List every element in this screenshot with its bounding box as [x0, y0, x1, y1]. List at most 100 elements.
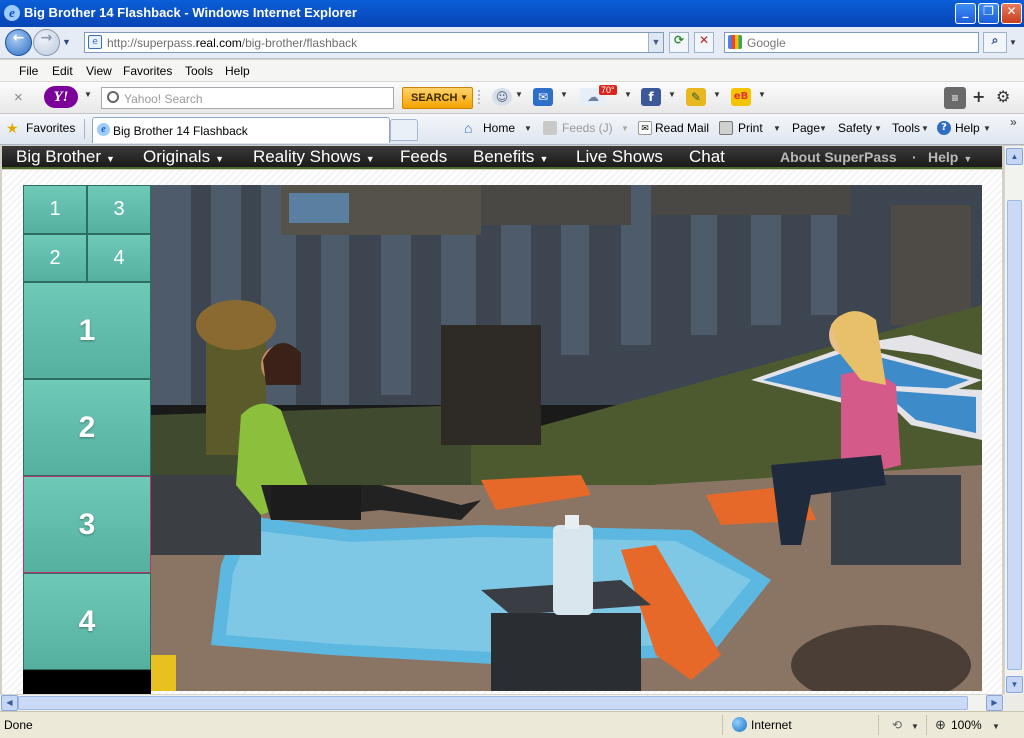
tools-menu[interactable]: Tools: [892, 121, 920, 135]
cam-3-button[interactable]: 3: [23, 476, 151, 573]
notepad-icon[interactable]: ✎: [686, 88, 706, 106]
mail-icon[interactable]: ✉: [533, 88, 553, 106]
mail-dropdown-icon[interactable]: ▼: [560, 90, 568, 99]
url-dropdown-icon[interactable]: ▼: [648, 33, 663, 52]
yahoo-logo[interactable]: Y!: [44, 86, 78, 108]
tab-big-brother-flashback[interactable]: e Big Brother 14 Flashback: [92, 117, 390, 143]
print-dropdown-icon[interactable]: ▼: [773, 124, 781, 133]
zoom-dropdown-icon[interactable]: ▼: [992, 722, 1000, 731]
toolbar-separator: [478, 90, 488, 104]
site-nav: Big Brother ▼ Originals ▼ Reality Shows ▼ F…: [2, 146, 1002, 169]
search-icon[interactable]: ⌕: [983, 32, 1007, 53]
nav-help[interactable]: Help ▼: [928, 149, 972, 165]
feeds-dropdown-icon[interactable]: ▼: [621, 124, 629, 133]
menu-tools[interactable]: Tools: [185, 64, 213, 78]
home-icon[interactable]: ⌂: [464, 121, 478, 135]
nav-reality-shows[interactable]: Reality Shows ▼: [253, 147, 375, 167]
menu-favorites[interactable]: Favorites: [123, 64, 172, 78]
quad-cam-4-button[interactable]: 4: [87, 234, 151, 282]
vertical-scrollbar[interactable]: ▲ ▼: [1004, 146, 1024, 694]
horizontal-scrollbar[interactable]: ◀ ▶: [0, 694, 1004, 711]
yahoo-menu-dropdown-icon[interactable]: ▼: [84, 90, 92, 99]
menu-help[interactable]: Help: [225, 64, 250, 78]
read-mail-button[interactable]: Read Mail: [655, 121, 709, 135]
new-tab-button[interactable]: [390, 119, 418, 141]
horizontal-scroll-thumb[interactable]: [18, 696, 968, 710]
scroll-right-arrow-icon[interactable]: ▶: [986, 695, 1003, 711]
tools-dropdown-icon[interactable]: ▼: [921, 124, 929, 133]
notepad-dropdown-icon[interactable]: ▼: [713, 90, 721, 99]
help-menu[interactable]: Help: [955, 121, 980, 135]
zoom-icon[interactable]: ⊕: [935, 717, 946, 733]
nav-originals[interactable]: Originals ▼: [143, 147, 224, 167]
safety-menu[interactable]: Safety: [838, 121, 872, 135]
messenger-icon[interactable]: ☺: [492, 88, 512, 106]
menu-view[interactable]: View: [86, 64, 112, 78]
search-placeholder: Google: [747, 36, 786, 50]
home-dropdown-icon[interactable]: ▼: [524, 124, 532, 133]
print-button[interactable]: Print: [738, 121, 763, 135]
nav-about-superpass[interactable]: About SuperPass: [780, 149, 897, 165]
vertical-scroll-thumb[interactable]: [1007, 200, 1022, 670]
recent-pages-dropdown-icon[interactable]: ▼: [62, 37, 71, 47]
quad-cam-1-button[interactable]: 1: [23, 185, 87, 234]
cam-4-button[interactable]: 4: [23, 573, 151, 670]
toolbar-close-icon[interactable]: ×: [14, 89, 23, 106]
more-chevron-icon[interactable]: »: [1010, 115, 1017, 129]
cam-2-button[interactable]: 2: [23, 379, 151, 476]
favorites-star-icon[interactable]: ★: [6, 120, 19, 137]
quad-cam-2-button[interactable]: 2: [23, 234, 87, 282]
yahoo-search-input[interactable]: Yahoo! Search: [101, 87, 394, 109]
refresh-button[interactable]: ⟳: [669, 32, 689, 53]
yahoo-search-button[interactable]: SEARCH ▼: [402, 87, 473, 109]
minimize-button[interactable]: _: [955, 3, 976, 24]
add-icon[interactable]: +: [972, 87, 985, 106]
scroll-left-arrow-icon[interactable]: ◀: [1, 695, 18, 711]
menu-file[interactable]: File: [19, 64, 38, 78]
gear-icon[interactable]: ⚙: [996, 87, 1010, 106]
scroll-down-arrow-icon[interactable]: ▼: [1006, 676, 1023, 693]
ebay-dropdown-icon[interactable]: ▼: [758, 90, 766, 99]
divider: [84, 119, 85, 139]
address-bar[interactable]: e http://superpass.real.com/big-brother/…: [84, 32, 664, 53]
messenger-dropdown-icon[interactable]: ▼: [515, 90, 523, 99]
nav-big-brother[interactable]: Big Brother ▼: [16, 147, 115, 167]
nav-feeds[interactable]: Feeds: [400, 147, 447, 167]
page-menu[interactable]: Page: [792, 121, 820, 135]
ebay-icon[interactable]: eB: [731, 88, 751, 106]
forward-button[interactable]: →: [33, 29, 60, 56]
safety-dropdown-icon[interactable]: ▼: [874, 124, 882, 133]
weather-dropdown-icon[interactable]: ▼: [624, 90, 632, 99]
nav-benefits[interactable]: Benefits ▼: [473, 147, 548, 167]
quad-cam-3-button[interactable]: 3: [87, 185, 151, 234]
nav-chat[interactable]: Chat: [689, 147, 725, 167]
list-icon[interactable]: ≡: [944, 87, 966, 109]
divider: [878, 715, 879, 735]
page-icon: e: [88, 35, 102, 49]
cam-1-button[interactable]: 1: [23, 282, 151, 379]
facebook-dropdown-icon[interactable]: ▼: [668, 90, 676, 99]
help-dropdown-icon[interactable]: ▼: [983, 124, 991, 133]
back-button[interactable]: ←: [5, 29, 32, 56]
zoom-level[interactable]: 100%: [951, 718, 982, 732]
nav-separator: ·: [912, 149, 917, 165]
nav-live-shows[interactable]: Live Shows: [576, 147, 663, 167]
protected-mode-dropdown-icon[interactable]: ▼: [911, 722, 919, 731]
search-box[interactable]: Google: [724, 32, 979, 53]
favorites-button[interactable]: Favorites: [26, 121, 75, 135]
video-player[interactable]: [151, 185, 982, 691]
status-bar: Done Internet ⟲ ▼ ⊕ 100% ▼: [0, 711, 1024, 738]
search-icon: [107, 91, 119, 103]
scroll-up-arrow-icon[interactable]: ▲: [1006, 148, 1023, 165]
search-options-dropdown-icon[interactable]: ▼: [1009, 38, 1017, 47]
protected-mode-icon[interactable]: ⟲: [892, 718, 902, 732]
home-button[interactable]: Home: [483, 121, 515, 135]
facebook-icon[interactable]: f: [641, 88, 661, 106]
page-dropdown-icon[interactable]: ▼: [819, 124, 827, 133]
stop-button[interactable]: ✕: [694, 32, 714, 53]
player-bottom-bar: [23, 670, 151, 694]
close-button[interactable]: ✕: [1001, 3, 1022, 24]
feeds-button[interactable]: Feeds (J): [562, 121, 613, 135]
menu-edit[interactable]: Edit: [52, 64, 73, 78]
restore-button[interactable]: ❐: [978, 3, 999, 24]
